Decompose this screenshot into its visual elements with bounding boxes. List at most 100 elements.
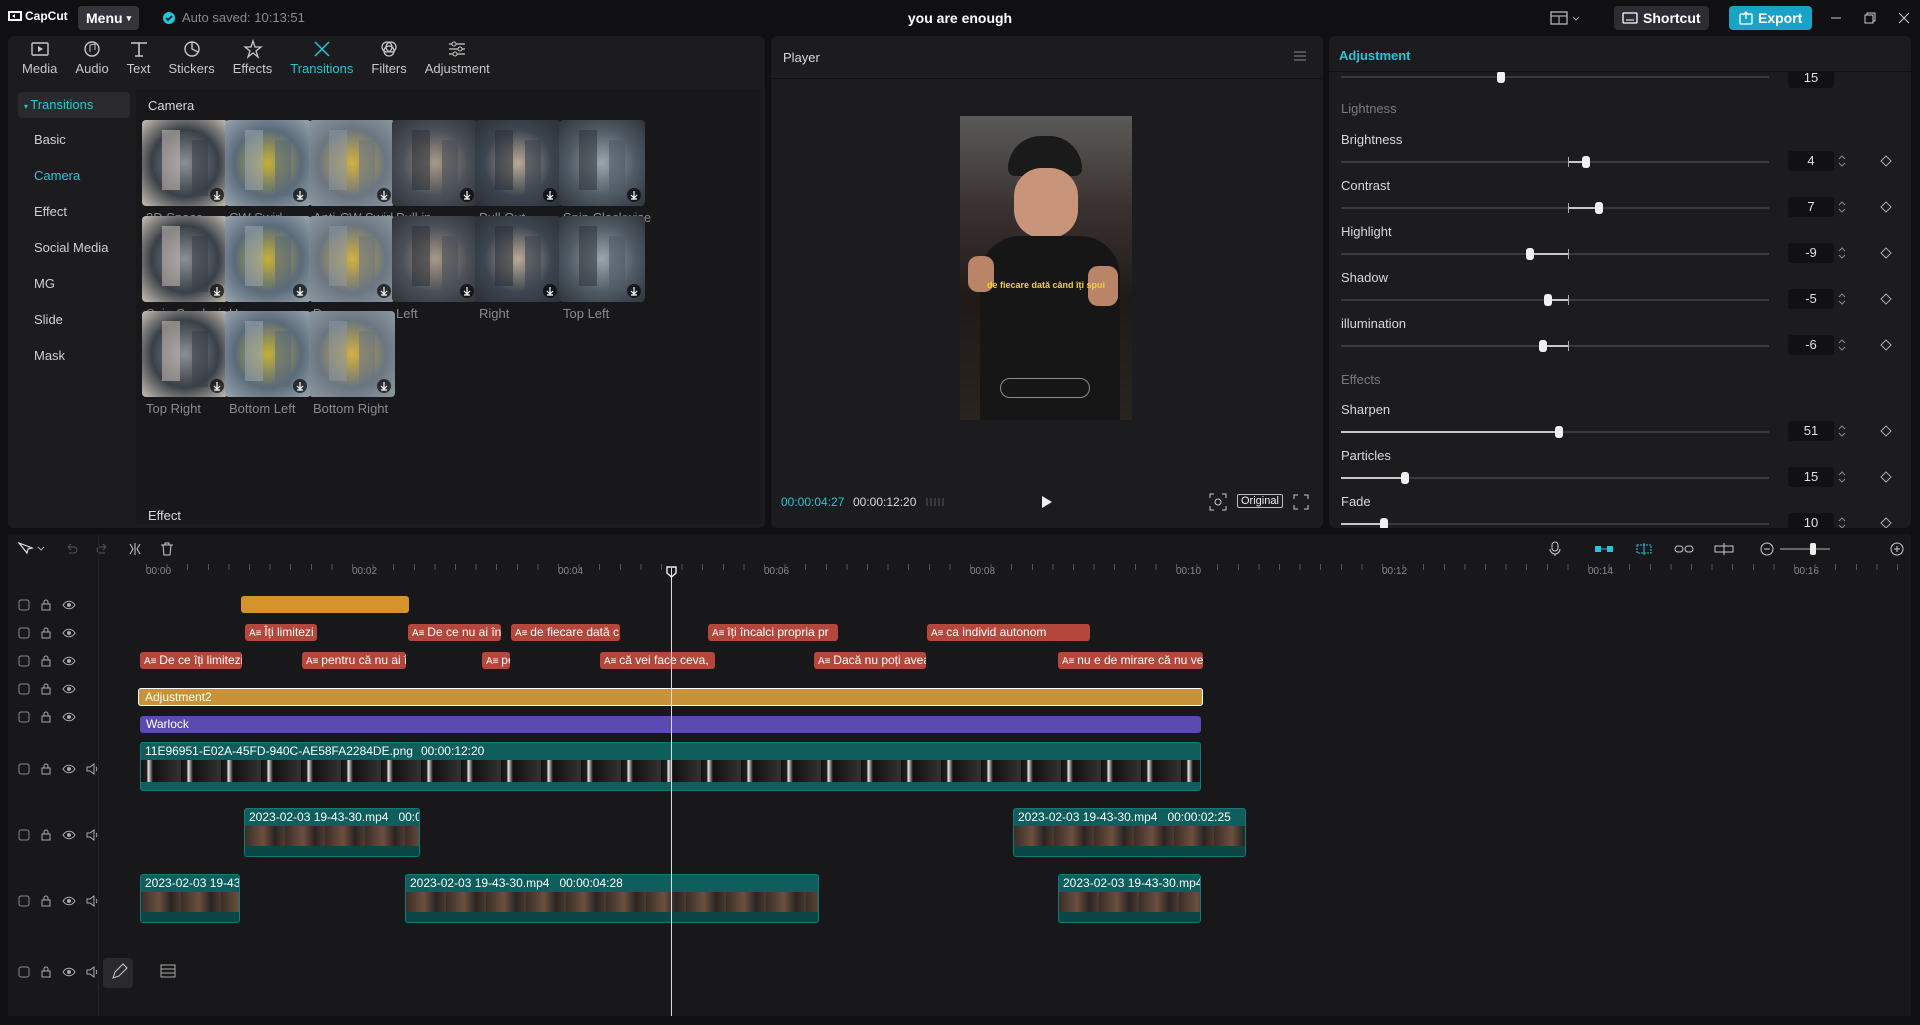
eye-icon[interactable] xyxy=(62,599,76,611)
transition-thumb[interactable] xyxy=(225,311,311,397)
close-icon[interactable] xyxy=(1898,12,1910,24)
category-basic[interactable]: Basic xyxy=(18,122,130,158)
tab-media[interactable]: Media xyxy=(14,36,65,80)
slider-knob[interactable] xyxy=(1539,340,1548,352)
download-icon[interactable] xyxy=(377,284,391,298)
eye-icon[interactable] xyxy=(62,966,76,978)
download-icon[interactable] xyxy=(210,379,224,393)
eye-icon[interactable] xyxy=(62,895,76,907)
transition-thumb[interactable] xyxy=(475,216,561,302)
keyframe-icon[interactable] xyxy=(1880,425,1892,437)
fullscreen-icon[interactable] xyxy=(1293,494,1309,510)
download-icon[interactable] xyxy=(210,284,224,298)
text-clip[interactable]: îți încalci propria pr xyxy=(708,624,838,641)
zoom-slider-knob[interactable] xyxy=(1810,543,1816,555)
eye-icon[interactable] xyxy=(62,683,76,695)
tab-filters[interactable]: Filters xyxy=(363,36,414,80)
stepper-icon[interactable] xyxy=(1836,243,1848,263)
play-icon[interactable] xyxy=(1040,494,1054,510)
lock-icon[interactable] xyxy=(40,711,52,723)
video-preview[interactable]: de fiecare dată când îți spui xyxy=(960,116,1132,420)
slider-knob[interactable] xyxy=(1497,71,1505,83)
download-icon[interactable] xyxy=(293,379,307,393)
microphone-icon[interactable] xyxy=(1548,541,1562,557)
eye-icon[interactable] xyxy=(62,655,76,667)
slider-knob[interactable] xyxy=(1526,248,1535,260)
tab-stickers[interactable]: Stickers xyxy=(161,36,223,80)
download-icon[interactable] xyxy=(627,284,641,298)
lock-icon[interactable] xyxy=(40,599,52,611)
stepper-icon[interactable] xyxy=(1836,289,1848,309)
keyframe-icon[interactable] xyxy=(1880,247,1892,259)
restore-icon[interactable] xyxy=(1864,12,1876,24)
value-input[interactable]: -5 xyxy=(1788,289,1834,309)
value-input[interactable]: -9 xyxy=(1788,243,1834,263)
ratio-original-button[interactable]: Original xyxy=(1237,494,1283,508)
hamburger-icon[interactable] xyxy=(1293,50,1307,62)
download-icon[interactable] xyxy=(543,188,557,202)
slider-knob[interactable] xyxy=(1555,426,1564,438)
download-icon[interactable] xyxy=(210,188,224,202)
slider-knob[interactable] xyxy=(1379,518,1388,528)
transition-thumb[interactable] xyxy=(142,311,228,397)
category-header-transitions[interactable]: ▾ Transitions xyxy=(18,92,130,118)
video-clip[interactable]: 2023-02-03 19-43-30.mp4 00:00:02:25 xyxy=(1013,808,1246,857)
slider-knob[interactable] xyxy=(1595,202,1604,214)
film-icon[interactable] xyxy=(160,964,176,978)
text-clip[interactable]: Dacă nu poți avea înc xyxy=(814,652,926,669)
playhead[interactable] xyxy=(671,568,672,1016)
lock-icon[interactable] xyxy=(40,829,52,841)
value-input[interactable]: 4 xyxy=(1788,151,1834,171)
download-icon[interactable] xyxy=(627,188,641,202)
eye-icon[interactable] xyxy=(62,711,76,723)
value-input[interactable]: 10 xyxy=(1788,513,1834,528)
text-clip[interactable]: pentru că nu ai încre xyxy=(302,652,406,669)
auto-snap-icon[interactable] xyxy=(1634,542,1654,556)
transition-thumb[interactable] xyxy=(392,216,478,302)
lock-icon[interactable] xyxy=(40,683,52,695)
value-input[interactable]: 51 xyxy=(1788,421,1834,441)
keyframe-icon[interactable] xyxy=(1880,471,1892,483)
slider-knob[interactable] xyxy=(1582,156,1591,168)
keyframe-icon[interactable] xyxy=(1880,201,1892,213)
stepper-icon[interactable] xyxy=(1836,151,1848,171)
shortcut-button[interactable]: Shortcut xyxy=(1614,6,1709,30)
download-icon[interactable] xyxy=(293,188,307,202)
category-slide[interactable]: Slide xyxy=(18,302,130,338)
category-social-media[interactable]: Social Media xyxy=(18,230,130,266)
download-icon[interactable] xyxy=(460,284,474,298)
tab-transitions[interactable]: Transitions xyxy=(282,36,361,80)
eye-icon[interactable] xyxy=(62,829,76,841)
stepper-icon[interactable] xyxy=(1836,335,1848,355)
lock-icon[interactable] xyxy=(40,763,52,775)
eye-icon[interactable] xyxy=(62,763,76,775)
preview-axis-icon[interactable] xyxy=(1714,542,1734,556)
undo-icon[interactable] xyxy=(64,542,78,556)
transition-thumb[interactable] xyxy=(309,216,395,302)
screenshot-icon[interactable] xyxy=(1209,493,1227,511)
value-input[interactable]: 15 xyxy=(1788,467,1834,487)
playhead-handle[interactable] xyxy=(666,566,677,578)
video-clip[interactable]: 2023-02-03 19-43-30.mp4 00:00:02:03 xyxy=(244,808,420,857)
keyframe-icon[interactable] xyxy=(1880,293,1892,305)
transition-thumb[interactable] xyxy=(225,216,311,302)
transition-thumb[interactable] xyxy=(142,216,228,302)
cover-edit-button[interactable] xyxy=(103,958,133,988)
transition-thumb[interactable] xyxy=(392,120,478,206)
transition-thumb[interactable] xyxy=(142,120,228,206)
tab-text[interactable]: Text xyxy=(119,36,159,80)
lock-icon[interactable] xyxy=(40,966,52,978)
select-cursor-icon[interactable] xyxy=(18,542,46,556)
split-icon[interactable] xyxy=(128,542,142,556)
transition-thumb[interactable] xyxy=(225,120,311,206)
stepper-icon[interactable] xyxy=(1836,197,1848,217)
text-clip[interactable]: pe xyxy=(482,652,510,669)
zoom-slider[interactable] xyxy=(1780,543,1830,555)
stepper-icon[interactable] xyxy=(1836,513,1848,528)
sticker-clip[interactable] xyxy=(241,596,409,613)
slider-brightness[interactable] xyxy=(1341,161,1769,163)
text-clip[interactable]: nu e de mirare că nu vei avar xyxy=(1058,652,1203,669)
category-effect[interactable]: Effect xyxy=(18,194,130,230)
keyframe-icon[interactable] xyxy=(1880,155,1892,167)
category-mg[interactable]: MG xyxy=(18,266,130,302)
